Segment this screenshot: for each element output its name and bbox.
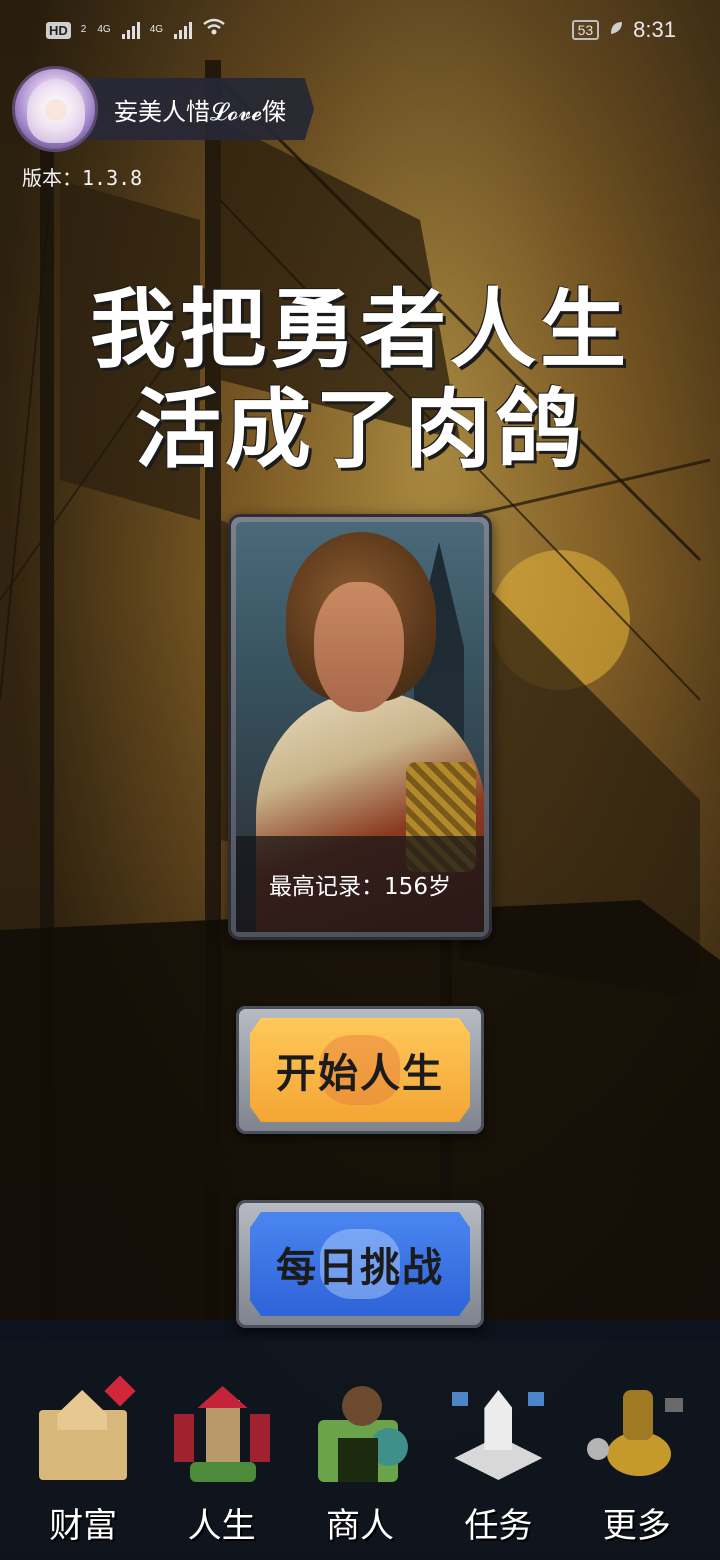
hd-badge: HD — [46, 21, 71, 39]
signal-icon-2 — [174, 21, 193, 39]
battery-icon: 53 — [571, 20, 600, 40]
daily-challenge-button-face: 每日挑战 — [250, 1212, 470, 1316]
hero-card[interactable]: 最高记录：156岁 — [228, 514, 492, 940]
nav-item-merchant[interactable]: 商人 — [295, 1380, 425, 1547]
game-title-line-2: 活成了肉鸽 — [135, 380, 585, 480]
best-record-label: 最高记录：156岁 — [236, 836, 484, 932]
game-screen: HD 2 4G 4G 53 8:31 妄美人惜𝓛𝓸𝓿𝓮傑 版本：1.3.8 我把… — [0, 0, 720, 1560]
avatar-face — [45, 99, 67, 121]
start-life-button-face: 开始人生 — [250, 1018, 470, 1122]
clock: 8:31 — [633, 17, 676, 42]
nav-item-wealth[interactable]: 财富 — [18, 1375, 148, 1547]
nav-label-wealth: 财富 — [49, 1506, 118, 1546]
signal-icon — [121, 21, 140, 39]
status-left: HD 2 4G 4G — [46, 17, 226, 43]
shop-icon — [306, 1380, 414, 1488]
machine-icon — [583, 1380, 691, 1488]
game-title-line-1: 我把勇者人生 — [90, 280, 630, 380]
game-title: 我把勇者人生 活成了肉鸽 — [0, 280, 720, 480]
status-right: 53 8:31 — [571, 17, 676, 43]
profile-header[interactable]: 妄美人惜𝓛𝓸𝓿𝓮傑 — [12, 66, 315, 152]
username-plate[interactable]: 妄美人惜𝓛𝓸𝓿𝓮傑 — [78, 78, 315, 140]
network-type-2: 4G — [149, 24, 164, 35]
version-label: 版本：1.3.8 — [22, 166, 143, 190]
nav-label-life: 人生 — [187, 1506, 256, 1546]
tower-icon — [168, 1380, 276, 1488]
avatar[interactable] — [12, 66, 98, 152]
portrait-face — [314, 582, 404, 712]
sim-slot-label: 2 — [80, 24, 87, 35]
leaf-icon — [609, 19, 623, 42]
nav-item-more[interactable]: 更多 — [572, 1380, 702, 1547]
monument-icon — [444, 1380, 552, 1488]
bottom-nav: 财富 人生 商人 任务 更多 — [0, 1375, 720, 1560]
nav-label-more: 更多 — [602, 1506, 671, 1546]
start-life-label: 开始人生 — [276, 1051, 444, 1097]
daily-challenge-button[interactable]: 每日挑战 — [236, 1200, 484, 1328]
nav-item-tasks[interactable]: 任务 — [433, 1380, 563, 1547]
wifi-icon — [202, 17, 226, 43]
nav-item-life[interactable]: 人生 — [157, 1380, 287, 1547]
nav-label-tasks: 任务 — [464, 1506, 533, 1546]
status-bar: HD 2 4G 4G 53 8:31 — [0, 0, 720, 60]
castle-icon — [29, 1375, 137, 1488]
network-type-1: 4G — [97, 24, 111, 35]
nav-label-merchant: 商人 — [325, 1506, 394, 1546]
daily-challenge-label: 每日挑战 — [276, 1245, 444, 1291]
start-life-button[interactable]: 开始人生 — [236, 1006, 484, 1134]
